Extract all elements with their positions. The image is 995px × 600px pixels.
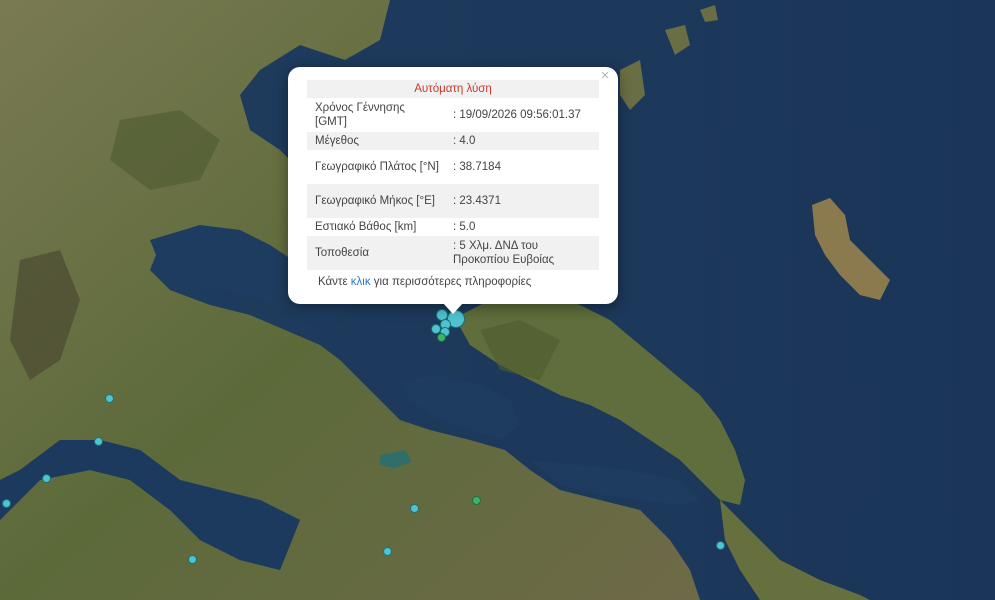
more-info-prefix: Κάντε: [318, 276, 351, 288]
table-row: Μέγεθος : 4.0: [307, 132, 599, 150]
location-value: : 5 Χλμ. ΔΝΔ του Προκοπίου Ευβοίας: [453, 239, 555, 266]
table-row: Τοποθεσία : 5 Χλμ. ΔΝΔ του Προκοπίου Ευβ…: [307, 236, 599, 270]
magnitude-value: : 4.0: [453, 134, 476, 147]
longitude-label: Γεωγραφικό Μήκος [°E]: [315, 194, 435, 207]
map-view[interactable]: × Αυτόματη λύση Χρόνος Γέννησης [GMT] : …: [0, 0, 995, 600]
earthquake-info-popup: × Αυτόματη λύση Χρόνος Γέννησης [GMT] : …: [288, 67, 618, 304]
earthquake-marker[interactable]: [105, 394, 114, 403]
earthquake-marker-green[interactable]: [472, 496, 481, 505]
more-info-line: Κάντε κλικ για περισσότερες πληροφορίες: [318, 276, 531, 288]
earthquake-marker[interactable]: [2, 499, 11, 508]
latitude-label: Γεωγραφικό Πλάτος [°N]: [315, 160, 439, 173]
longitude-value: : 23.4371: [453, 194, 501, 207]
depth-value: : 5.0: [453, 220, 476, 233]
magnitude-label: Μέγεθος: [315, 134, 359, 147]
earthquake-marker[interactable]: [410, 504, 419, 513]
earthquake-marker[interactable]: [42, 474, 51, 483]
popup-tip: [443, 303, 463, 314]
popup-title: Αυτόματη λύση: [307, 80, 599, 98]
more-info-suffix: για περισσότερες πληροφορίες: [370, 276, 532, 288]
more-info-link[interactable]: κλικ: [351, 276, 371, 288]
table-row: Χρόνος Γέννησης [GMT] : 19/09/2026 09:56…: [307, 99, 599, 132]
earthquake-marker[interactable]: [716, 541, 725, 550]
depth-label: Εστιακό Βάθος [km]: [315, 220, 417, 233]
earthquake-marker[interactable]: [383, 547, 392, 556]
earthquake-marker-green[interactable]: [437, 333, 446, 342]
origin-time-label: Χρόνος Γέννησης [GMT]: [315, 102, 405, 128]
table-row: Γεωγραφικό Πλάτος [°N] : 38.7184: [307, 150, 599, 184]
table-row: Γεωγραφικό Μήκος [°E] : 23.4371: [307, 184, 599, 218]
table-row: Εστιακό Βάθος [km] : 5.0: [307, 218, 599, 236]
latitude-value: : 38.7184: [453, 160, 501, 173]
earthquake-marker[interactable]: [188, 555, 197, 564]
location-label: Τοποθεσία: [315, 246, 369, 259]
origin-time-value: : 19/09/2026 09:56:01.37: [453, 109, 581, 121]
earthquake-info-table: Χρόνος Γέννησης [GMT] : 19/09/2026 09:56…: [307, 99, 599, 270]
earthquake-marker[interactable]: [94, 437, 103, 446]
close-icon[interactable]: ×: [598, 68, 612, 83]
